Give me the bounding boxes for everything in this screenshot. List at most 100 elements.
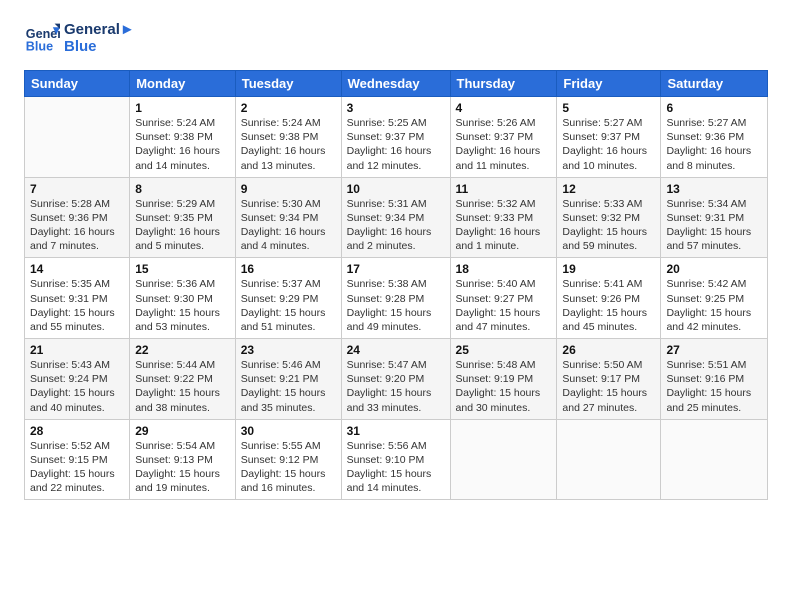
calendar-cell: 6Sunrise: 5:27 AM Sunset: 9:36 PM Daylig… [661,97,768,178]
calendar-cell: 15Sunrise: 5:36 AM Sunset: 9:30 PM Dayli… [130,258,236,339]
calendar-cell [25,97,130,178]
calendar-cell [450,419,557,500]
day-info: Sunrise: 5:52 AM Sunset: 9:15 PM Dayligh… [30,439,124,496]
week-row-1: 1Sunrise: 5:24 AM Sunset: 9:38 PM Daylig… [25,97,768,178]
calendar-cell: 7Sunrise: 5:28 AM Sunset: 9:36 PM Daylig… [25,177,130,258]
day-info: Sunrise: 5:50 AM Sunset: 9:17 PM Dayligh… [562,358,655,415]
weekday-header-tuesday: Tuesday [235,71,341,97]
day-info: Sunrise: 5:24 AM Sunset: 9:38 PM Dayligh… [135,116,230,173]
calendar-cell [661,419,768,500]
weekday-header-wednesday: Wednesday [341,71,450,97]
logo-text-general: General► [64,21,135,38]
calendar-cell: 20Sunrise: 5:42 AM Sunset: 9:25 PM Dayli… [661,258,768,339]
day-info: Sunrise: 5:31 AM Sunset: 9:34 PM Dayligh… [347,197,445,254]
page: General Blue General► Blue SundayMondayT… [0,0,792,612]
calendar-table: SundayMondayTuesdayWednesdayThursdayFrid… [24,70,768,500]
day-number: 28 [30,424,124,438]
calendar-cell: 24Sunrise: 5:47 AM Sunset: 9:20 PM Dayli… [341,339,450,420]
day-number: 9 [241,182,336,196]
day-number: 22 [135,343,230,357]
day-number: 5 [562,101,655,115]
day-info: Sunrise: 5:44 AM Sunset: 9:22 PM Dayligh… [135,358,230,415]
weekday-header-friday: Friday [557,71,661,97]
calendar-cell: 27Sunrise: 5:51 AM Sunset: 9:16 PM Dayli… [661,339,768,420]
day-info: Sunrise: 5:51 AM Sunset: 9:16 PM Dayligh… [666,358,762,415]
day-number: 7 [30,182,124,196]
calendar-cell: 22Sunrise: 5:44 AM Sunset: 9:22 PM Dayli… [130,339,236,420]
calendar-cell: 1Sunrise: 5:24 AM Sunset: 9:38 PM Daylig… [130,97,236,178]
day-number: 19 [562,262,655,276]
calendar-cell: 11Sunrise: 5:32 AM Sunset: 9:33 PM Dayli… [450,177,557,258]
day-info: Sunrise: 5:34 AM Sunset: 9:31 PM Dayligh… [666,197,762,254]
day-info: Sunrise: 5:25 AM Sunset: 9:37 PM Dayligh… [347,116,445,173]
logo: General Blue General► Blue [24,20,135,56]
logo-icon: General Blue [24,20,60,56]
calendar-cell: 26Sunrise: 5:50 AM Sunset: 9:17 PM Dayli… [557,339,661,420]
day-number: 12 [562,182,655,196]
day-info: Sunrise: 5:27 AM Sunset: 9:37 PM Dayligh… [562,116,655,173]
calendar-cell: 23Sunrise: 5:46 AM Sunset: 9:21 PM Dayli… [235,339,341,420]
logo-text-blue: Blue [64,38,135,55]
calendar-cell: 19Sunrise: 5:41 AM Sunset: 9:26 PM Dayli… [557,258,661,339]
day-info: Sunrise: 5:27 AM Sunset: 9:36 PM Dayligh… [666,116,762,173]
weekday-header-saturday: Saturday [661,71,768,97]
day-number: 1 [135,101,230,115]
svg-text:Blue: Blue [26,40,53,54]
calendar-cell: 31Sunrise: 5:56 AM Sunset: 9:10 PM Dayli… [341,419,450,500]
day-info: Sunrise: 5:38 AM Sunset: 9:28 PM Dayligh… [347,277,445,334]
calendar-cell: 2Sunrise: 5:24 AM Sunset: 9:38 PM Daylig… [235,97,341,178]
day-number: 31 [347,424,445,438]
day-info: Sunrise: 5:37 AM Sunset: 9:29 PM Dayligh… [241,277,336,334]
calendar-cell: 17Sunrise: 5:38 AM Sunset: 9:28 PM Dayli… [341,258,450,339]
day-info: Sunrise: 5:26 AM Sunset: 9:37 PM Dayligh… [456,116,552,173]
day-info: Sunrise: 5:43 AM Sunset: 9:24 PM Dayligh… [30,358,124,415]
day-number: 20 [666,262,762,276]
weekday-header-monday: Monday [130,71,236,97]
day-info: Sunrise: 5:24 AM Sunset: 9:38 PM Dayligh… [241,116,336,173]
day-number: 25 [456,343,552,357]
day-number: 15 [135,262,230,276]
day-info: Sunrise: 5:46 AM Sunset: 9:21 PM Dayligh… [241,358,336,415]
calendar-cell: 3Sunrise: 5:25 AM Sunset: 9:37 PM Daylig… [341,97,450,178]
day-info: Sunrise: 5:32 AM Sunset: 9:33 PM Dayligh… [456,197,552,254]
weekday-header-row: SundayMondayTuesdayWednesdayThursdayFrid… [25,71,768,97]
week-row-4: 21Sunrise: 5:43 AM Sunset: 9:24 PM Dayli… [25,339,768,420]
calendar-cell: 10Sunrise: 5:31 AM Sunset: 9:34 PM Dayli… [341,177,450,258]
day-number: 23 [241,343,336,357]
calendar-cell: 16Sunrise: 5:37 AM Sunset: 9:29 PM Dayli… [235,258,341,339]
day-number: 14 [30,262,124,276]
day-number: 27 [666,343,762,357]
calendar-cell: 18Sunrise: 5:40 AM Sunset: 9:27 PM Dayli… [450,258,557,339]
day-number: 8 [135,182,230,196]
calendar-cell: 28Sunrise: 5:52 AM Sunset: 9:15 PM Dayli… [25,419,130,500]
day-number: 16 [241,262,336,276]
calendar-cell: 29Sunrise: 5:54 AM Sunset: 9:13 PM Dayli… [130,419,236,500]
day-number: 30 [241,424,336,438]
calendar-cell: 14Sunrise: 5:35 AM Sunset: 9:31 PM Dayli… [25,258,130,339]
day-info: Sunrise: 5:28 AM Sunset: 9:36 PM Dayligh… [30,197,124,254]
calendar-cell: 4Sunrise: 5:26 AM Sunset: 9:37 PM Daylig… [450,97,557,178]
day-info: Sunrise: 5:30 AM Sunset: 9:34 PM Dayligh… [241,197,336,254]
week-row-2: 7Sunrise: 5:28 AM Sunset: 9:36 PM Daylig… [25,177,768,258]
day-info: Sunrise: 5:47 AM Sunset: 9:20 PM Dayligh… [347,358,445,415]
day-info: Sunrise: 5:56 AM Sunset: 9:10 PM Dayligh… [347,439,445,496]
calendar-cell: 25Sunrise: 5:48 AM Sunset: 9:19 PM Dayli… [450,339,557,420]
day-number: 26 [562,343,655,357]
day-number: 18 [456,262,552,276]
day-number: 29 [135,424,230,438]
day-number: 2 [241,101,336,115]
day-number: 11 [456,182,552,196]
calendar-cell: 13Sunrise: 5:34 AM Sunset: 9:31 PM Dayli… [661,177,768,258]
day-info: Sunrise: 5:40 AM Sunset: 9:27 PM Dayligh… [456,277,552,334]
day-number: 6 [666,101,762,115]
day-number: 21 [30,343,124,357]
day-number: 10 [347,182,445,196]
day-info: Sunrise: 5:36 AM Sunset: 9:30 PM Dayligh… [135,277,230,334]
day-info: Sunrise: 5:41 AM Sunset: 9:26 PM Dayligh… [562,277,655,334]
calendar-cell: 8Sunrise: 5:29 AM Sunset: 9:35 PM Daylig… [130,177,236,258]
day-info: Sunrise: 5:48 AM Sunset: 9:19 PM Dayligh… [456,358,552,415]
calendar-cell [557,419,661,500]
day-number: 4 [456,101,552,115]
calendar-cell: 12Sunrise: 5:33 AM Sunset: 9:32 PM Dayli… [557,177,661,258]
calendar-cell: 9Sunrise: 5:30 AM Sunset: 9:34 PM Daylig… [235,177,341,258]
